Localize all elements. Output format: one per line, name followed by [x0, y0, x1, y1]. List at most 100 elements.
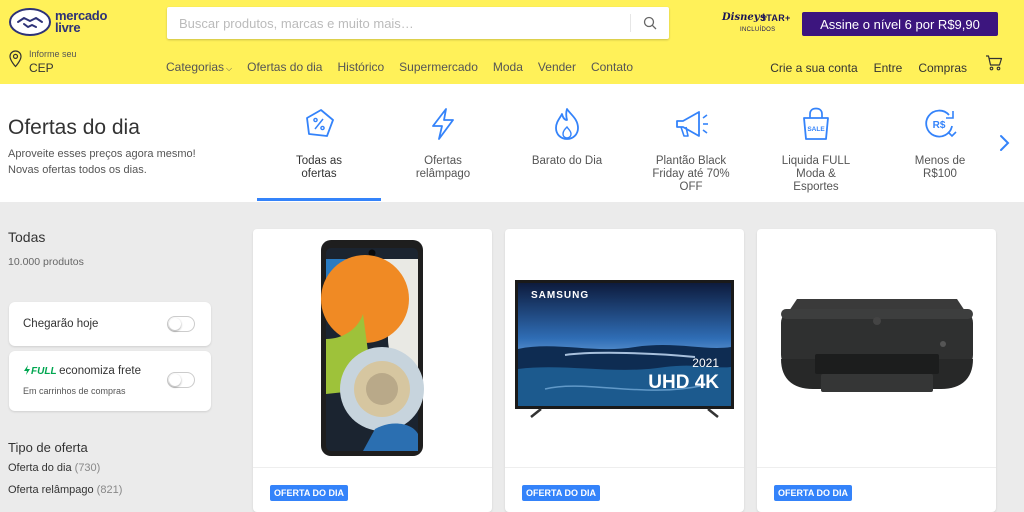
- deals-header: Ofertas do dia Aproveite esses preços ag…: [0, 84, 1024, 202]
- deal-category-relampago[interactable]: Ofertas relâmpago: [381, 84, 505, 202]
- flame-icon: [555, 108, 579, 140]
- full-shipping-toggle[interactable]: [167, 372, 195, 388]
- oferta-do-dia-badge: OFERTA DO DIA: [522, 485, 600, 501]
- label-line: relâmpago: [415, 168, 471, 180]
- product-image-tv: SAMSUNG 2021 UHD 4K: [505, 229, 744, 467]
- product-card[interactable]: SAMSUNG 2021 UHD 4K OFERTA DO DIA: [505, 229, 744, 512]
- free-shipping-text: economiza frete: [59, 365, 141, 377]
- deal-category-label: Liquida FULL Moda & Esportes: [754, 155, 878, 194]
- filter-full-sublabel: Em carrinhos de compras: [23, 386, 126, 396]
- deal-category-black-friday[interactable]: Plantão Black Friday até 70% OFF: [629, 84, 753, 202]
- filter-title: Todas: [8, 229, 46, 245]
- deal-category-todas[interactable]: Todas as ofertas: [257, 84, 381, 202]
- megaphone-icon: [676, 111, 708, 137]
- arrives-today-toggle[interactable]: [167, 316, 195, 332]
- location-value: CEP: [29, 61, 54, 75]
- offer-type-oferta-do-dia[interactable]: Oferta do dia (730): [8, 462, 100, 474]
- cart-icon: [986, 55, 1003, 71]
- offer-type-count: (821): [96, 484, 123, 496]
- cart-button[interactable]: [985, 55, 1003, 76]
- full-lightning-icon: [24, 365, 30, 375]
- next-categories-button[interactable]: [997, 132, 1011, 154]
- handshake-logo-icon: [9, 8, 51, 36]
- percent-tag-icon: [306, 109, 334, 137]
- tv-brand-text: SAMSUNG: [531, 290, 589, 301]
- nav-ofertas-do-dia[interactable]: Ofertas do dia: [247, 60, 322, 74]
- tv-resolution-text: UHD 4K: [648, 372, 719, 393]
- label-line: Ofertas: [424, 155, 462, 167]
- svg-text:SALE: SALE: [807, 126, 825, 133]
- search-input[interactable]: [167, 7, 629, 39]
- deal-category-label: Plantão Black Friday até 70% OFF: [629, 155, 753, 194]
- subscribe-level-6-button[interactable]: Assine o nível 6 por R$9,90: [802, 12, 998, 36]
- included-label: INCLUÍDOS: [740, 27, 776, 33]
- nav-vender[interactable]: Vender: [538, 60, 576, 74]
- mercado-livre-logo[interactable]: mercado livre: [9, 7, 129, 39]
- label-line: Plantão Black: [655, 155, 727, 167]
- label-line: R$100: [923, 168, 957, 180]
- logo-text: mercado livre: [55, 9, 107, 35]
- product-card[interactable]: OFERTA DO DIA: [253, 229, 492, 512]
- offer-type-label: Oferta relâmpago: [8, 484, 94, 496]
- label-line: ofertas: [301, 168, 337, 180]
- nav-moda[interactable]: Moda: [493, 60, 523, 74]
- card-divider: [757, 467, 996, 468]
- product-image-printer: [757, 229, 996, 467]
- offer-type-relampago[interactable]: Oferta relâmpago (821): [8, 484, 122, 496]
- nav-contato[interactable]: Contato: [591, 60, 633, 74]
- offer-type-count: (730): [74, 462, 101, 474]
- create-account-link[interactable]: Crie a sua conta: [770, 61, 857, 75]
- streaming-promo-logos: Disney+ STAR+ INCLUÍDOS: [718, 12, 798, 40]
- nav-supermercado[interactable]: Supermercado: [399, 60, 478, 74]
- deal-category-liquida-full[interactable]: SALE Liquida FULL Moda & Esportes: [754, 84, 878, 202]
- search-icon: [643, 16, 657, 30]
- subtitle-line-1: Aproveite esses preços agora mesmo!: [8, 148, 196, 160]
- location-label: Informe seu: [29, 49, 77, 59]
- filter-full-label: FULL economiza frete: [23, 365, 141, 377]
- location-pin-icon: [9, 50, 22, 68]
- deal-category-label: Barato do Dia: [505, 155, 629, 168]
- page-subtitle: Aproveite esses preços agora mesmo! Nova…: [8, 146, 228, 178]
- nav-historico[interactable]: Histórico: [337, 60, 384, 74]
- offer-type-title: Tipo de oferta: [8, 440, 88, 455]
- login-link[interactable]: Entre: [874, 61, 903, 75]
- nav-categorias[interactable]: Categorias ⌵: [166, 60, 232, 74]
- label-line: Esportes: [793, 181, 839, 193]
- deal-category-menos-de-100[interactable]: R$ Menos de R$100: [878, 84, 1002, 202]
- samsung-tv-image: SAMSUNG 2021 UHD 4K: [515, 280, 734, 418]
- deal-category-label: Todas as ofertas: [257, 155, 381, 181]
- full-badge: FULL: [23, 365, 59, 377]
- label-line: Barato do Dia: [531, 155, 603, 167]
- printer-image: [781, 299, 973, 392]
- tv-year-text: 2021: [692, 356, 719, 370]
- nav-categorias-label: Categorias: [166, 60, 225, 74]
- star-plus-logo: STAR+: [760, 13, 791, 23]
- product-card[interactable]: OFERTA DO DIA: [757, 229, 996, 512]
- deal-category-barato-do-dia[interactable]: Barato do Dia: [505, 84, 629, 202]
- label-line: Menos de: [914, 155, 966, 167]
- deal-category-label: Menos de R$100: [878, 155, 1002, 181]
- smartphone-image: [321, 240, 424, 456]
- card-divider: [505, 467, 744, 468]
- purchases-link[interactable]: Compras: [918, 61, 967, 75]
- filter-full-free-shipping: FULL economiza frete Em carrinhos de com…: [9, 351, 211, 411]
- subtitle-line-2: Novas ofertas todos os dias.: [8, 164, 147, 176]
- logo-line-2: livre: [55, 20, 81, 35]
- money-down-icon: R$: [925, 109, 957, 138]
- search-bar: [167, 7, 669, 39]
- svg-text:R$: R$: [933, 120, 946, 131]
- deal-category-label: Ofertas relâmpago: [381, 155, 505, 181]
- card-divider: [253, 467, 492, 468]
- label-line: Friday até 70%: [652, 168, 730, 180]
- oferta-do-dia-badge: OFERTA DO DIA: [774, 485, 852, 501]
- full-badge-text: FULL: [31, 366, 57, 377]
- location-selector[interactable]: Informe seu CEP: [9, 48, 109, 76]
- search-button[interactable]: [631, 7, 669, 39]
- main-nav: Categorias ⌵ Ofertas do dia Histórico Sup…: [166, 60, 648, 74]
- oferta-do-dia-badge: OFERTA DO DIA: [270, 485, 348, 501]
- sale-bag-icon: SALE: [803, 107, 829, 140]
- label-line: Todas as: [295, 155, 343, 167]
- product-image-smartphone: [253, 229, 492, 467]
- label-line: Moda &: [796, 168, 836, 180]
- page-title: Ofertas do dia: [8, 116, 140, 139]
